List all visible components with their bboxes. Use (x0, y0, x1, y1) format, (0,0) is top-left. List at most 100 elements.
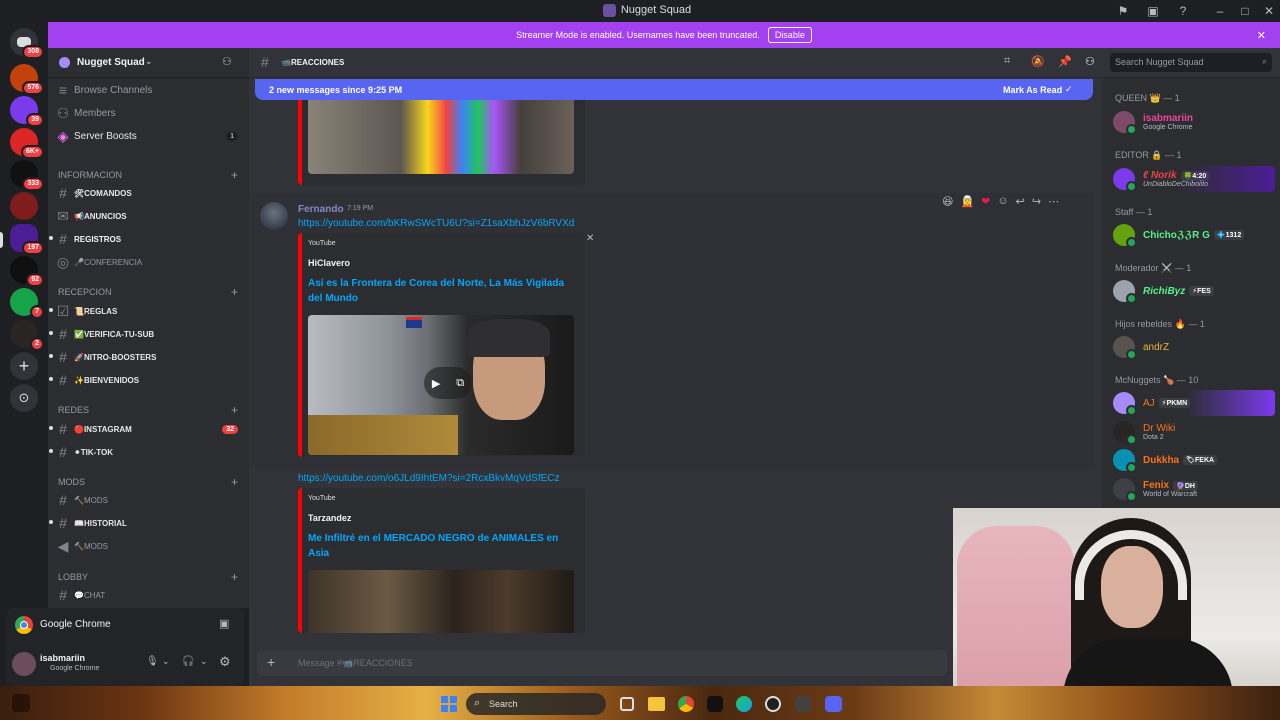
server-icon[interactable]: 92 (10, 256, 44, 287)
task-view-icon[interactable] (620, 697, 634, 711)
dm-home-button[interactable]: 308 (10, 28, 44, 59)
embed-close-icon[interactable]: ✕ (586, 233, 594, 244)
message-author[interactable]: Fernando (298, 204, 344, 215)
forward-icon[interactable]: ↪ (1032, 195, 1041, 208)
category-lobby[interactable]: LOBBY + (58, 570, 244, 584)
add-channel-icon[interactable]: + (231, 168, 238, 182)
channel-comandos[interactable]: # 🛠COMANDOS (52, 182, 244, 204)
file-explorer-icon[interactable] (648, 697, 665, 711)
obs-taskbar-icon[interactable] (765, 696, 781, 712)
add-reaction-icon[interactable]: ☺ (997, 195, 1008, 207)
member-list-icon[interactable]: ⚇ (1085, 55, 1095, 68)
avatar[interactable] (12, 652, 36, 676)
server-icon[interactable]: 7 (10, 288, 44, 319)
screen-icon[interactable]: ▣ (1146, 4, 1160, 18)
member-item[interactable]: RichiByz ⚡FES (1113, 278, 1275, 304)
add-channel-icon[interactable]: + (231, 403, 238, 417)
message-composer[interactable]: + Message #📹REACCIONES (257, 650, 947, 676)
chevron-down-icon[interactable]: ⌄ (162, 656, 170, 667)
embed-title[interactable]: Así es la Frontera de Corea del Norte, L… (308, 276, 568, 306)
app-taskbar-icon[interactable] (707, 696, 723, 712)
new-messages-bar[interactable]: 2 new messages since 9:25 PM Mark As Rea… (255, 79, 1093, 100)
edge-taskbar-icon[interactable] (736, 696, 752, 712)
reaction-emoji-icon[interactable]: 🧝 (960, 195, 974, 208)
more-options-icon[interactable]: ⋯ (1048, 195, 1059, 208)
settings-gear-icon[interactable]: ⚙ (219, 654, 231, 670)
start-windows-icon[interactable] (441, 696, 457, 712)
category-redes[interactable]: REDES + (58, 403, 244, 417)
server-boosts[interactable]: ◈ Server Boosts 1 (52, 125, 244, 147)
embed-channel[interactable]: Tarzandez (308, 513, 351, 523)
close-window-icon[interactable]: ✕ (1262, 4, 1276, 18)
reaction-heart-icon[interactable]: ❤ (981, 195, 990, 208)
search-input[interactable]: Search Nugget Squad ⌕ (1110, 53, 1272, 72)
discord-taskbar-icon[interactable] (825, 696, 842, 712)
embed-channel[interactable]: HiClavero (308, 258, 350, 268)
members-link[interactable]: ⚇ Members (52, 102, 244, 124)
server-icon[interactable]: 39 (10, 96, 44, 127)
channel-reglas[interactable]: ☑ 📜REGLAS (52, 300, 244, 322)
channel-tiktok[interactable]: # ⚫TIK-TOK (52, 441, 244, 463)
headphones-icon[interactable]: 🎧 (182, 656, 194, 667)
message-link[interactable]: https://youtube.com/bKRwSWcTU6U?si=Z1saX… (298, 218, 574, 229)
message-link[interactable]: https://youtube.com/o6JLd9IhtEM?si=2RcxB… (298, 473, 560, 484)
chrome-taskbar-icon[interactable] (678, 696, 694, 712)
channel-nitro-boosters[interactable]: # 🚀NITRO-BOOSTERS (52, 346, 244, 368)
close-icon[interactable]: ✕ (1257, 29, 1266, 42)
add-attachment-icon[interactable]: + (267, 654, 275, 670)
channel-registros[interactable]: # REGISTROS (52, 228, 244, 250)
microphone-icon[interactable]: 🎙 (146, 656, 159, 667)
taskbar-search[interactable]: ⌕ Search (466, 693, 606, 715)
member-item[interactable]: Dukkha 🏷FEKA (1113, 447, 1275, 473)
category-informacion[interactable]: INFORMACION + (58, 168, 244, 182)
stream-icon[interactable]: ▣ (219, 617, 229, 630)
reply-icon[interactable]: ↩ (1016, 195, 1025, 208)
threads-icon[interactable]: ⌗ (1004, 55, 1010, 68)
server-icon[interactable]: 576 (10, 64, 44, 95)
channel-chat[interactable]: # 💬CHAT (52, 584, 244, 606)
server-icon[interactable]: 6K+ (10, 128, 44, 159)
browse-channels[interactable]: ≡ Browse Channels (52, 79, 244, 101)
member-item[interactable]: AJ ⚡PKMN (1113, 390, 1275, 416)
reaction-emoji-icon[interactable]: 😆 (942, 195, 953, 208)
add-server-icon[interactable]: + (10, 352, 38, 380)
channel-mods[interactable]: # 🔨MODS (52, 489, 244, 511)
maximize-icon[interactable]: □ (1238, 4, 1252, 18)
member-item[interactable]: ℓ Norik 🍀4:20 UnDiabloDeChibolito (1113, 166, 1275, 192)
add-member-icon[interactable]: ⚇ (222, 55, 232, 68)
video-thumbnail[interactable]: ▶ ⧉ (308, 315, 574, 455)
server-icon[interactable]: 333 (10, 160, 44, 191)
app-taskbar-icon[interactable] (795, 696, 811, 712)
widgets-icon[interactable] (12, 694, 30, 712)
member-item[interactable]: ChichoℨℨR G 💠1312 (1113, 222, 1275, 248)
category-mods[interactable]: MODS + (58, 475, 244, 489)
member-item[interactable]: Dr Wiki Dota 2 (1113, 419, 1275, 445)
channel-instagram[interactable]: # 🔴INSTAGRAM 32 (52, 418, 244, 440)
server-icon-nugget-squad[interactable]: 197 (10, 224, 44, 255)
channel-verifica[interactable]: # ✅VERIFICA-TU-SUB (52, 323, 244, 345)
add-channel-icon[interactable]: + (231, 570, 238, 584)
channel-bienvenidos[interactable]: # ✨BIENVENIDOS (52, 369, 244, 391)
pin-icon[interactable]: 📌 (1058, 55, 1072, 68)
category-recepcion[interactable]: RECEPCION + (58, 285, 244, 299)
previous-video-thumbnail[interactable] (308, 100, 574, 174)
server-icon[interactable] (10, 192, 38, 220)
help-icon[interactable]: ? (1176, 4, 1190, 18)
server-header[interactable]: Nugget Squad ⌄ ⚇ (48, 48, 249, 78)
member-item[interactable]: andrZ (1113, 334, 1275, 360)
embed-title[interactable]: Me Infiltré en el MERCADO NEGRO de ANIMA… (308, 531, 568, 561)
avatar[interactable] (260, 202, 288, 230)
server-icon[interactable]: 2 (10, 320, 44, 351)
member-item[interactable]: isabmariin Google Chrome (1113, 109, 1275, 135)
inbox-icon[interactable]: ⚑ (1116, 4, 1130, 18)
play-button[interactable]: ▶ ⧉ (424, 367, 472, 399)
notification-bell-icon[interactable]: 🔕 (1031, 55, 1045, 68)
minimize-icon[interactable]: – (1213, 4, 1227, 18)
channel-historial[interactable]: # 📖HISTORIAL (52, 512, 244, 534)
explore-icon[interactable]: ⊙ (10, 384, 38, 412)
chevron-down-icon[interactable]: ⌄ (200, 656, 208, 667)
video-thumbnail[interactable] (308, 570, 574, 633)
mark-as-read-button[interactable]: Mark As Read (1003, 85, 1062, 95)
add-channel-icon[interactable]: + (231, 285, 238, 299)
add-channel-icon[interactable]: + (231, 475, 238, 489)
